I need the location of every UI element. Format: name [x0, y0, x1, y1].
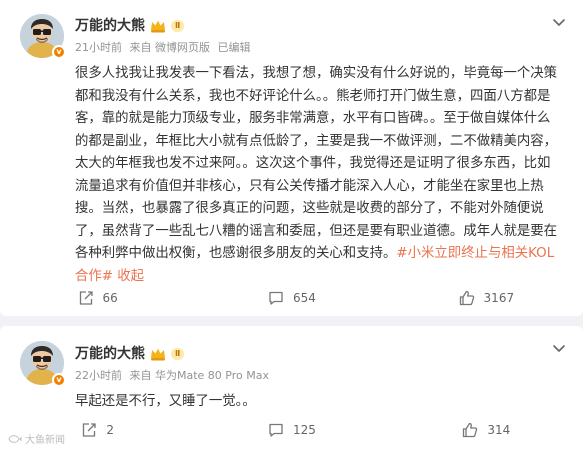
post-time[interactable]: 22小时前	[75, 369, 122, 382]
watermark-text: 大鱼新闻	[25, 435, 65, 446]
chevron-down-circle-icon[interactable]	[549, 338, 569, 358]
post-time[interactable]: 21小时前	[75, 41, 122, 54]
post-text: 早起还是不行，又睡了一觉。。	[75, 391, 561, 414]
post-source: 来自 微博网页版	[129, 41, 211, 54]
collapse-link[interactable]: 收起	[117, 269, 144, 284]
post-meta: 22小时前 来自 华为Mate 80 Pro Max	[75, 369, 273, 383]
level-badge: Ⅱ	[171, 348, 185, 360]
comment-count: 125	[293, 423, 316, 437]
post-source: 来自 华为Mate 80 Pro Max	[129, 369, 270, 382]
comment-button[interactable]: 654	[194, 286, 388, 310]
verified-icon: v	[52, 45, 66, 59]
chevron-down-circle-icon[interactable]	[549, 12, 569, 32]
like-count: 3167	[483, 291, 515, 305]
level-badge: Ⅱ	[171, 20, 185, 32]
repost-count: 2	[106, 423, 114, 437]
crown-icon	[151, 20, 165, 33]
comment-button[interactable]: 125	[194, 418, 388, 442]
fish-logo-icon	[8, 434, 22, 443]
edited-label: 已编辑	[217, 41, 251, 54]
watermark: 大鱼新闻	[8, 431, 65, 446]
comment-count: 654	[293, 291, 316, 305]
post-body: 早起还是不行，又睡了一觉。。	[75, 394, 256, 409]
verified-icon: v	[52, 373, 66, 387]
like-count: 314	[487, 423, 511, 437]
post-body: 很多人找我让我发表一下看法，我想了想，确实没有什么好说的，毕竟每一个决策都和我没…	[75, 66, 558, 261]
action-bar: 66 654 3167	[0, 286, 583, 310]
repost-button[interactable]: 66	[0, 286, 194, 310]
author-name[interactable]: 万能的大熊	[75, 345, 145, 363]
crown-icon	[151, 348, 165, 361]
comment-icon	[269, 423, 283, 437]
post-text: 很多人找我让我发表一下看法，我想了想，确实没有什么好说的，毕竟每一个决策都和我没…	[75, 63, 561, 288]
repost-icon	[83, 423, 96, 437]
like-button[interactable]: 3167	[389, 286, 583, 310]
post-card: v 万能的大熊 Ⅱ 21小时前 来自 微博网页版 已编辑 很多人找我让我发表一下…	[0, 0, 583, 316]
thumbs-up-icon	[459, 290, 474, 306]
repost-count: 66	[102, 291, 118, 305]
action-bar: 2 125 314	[0, 418, 583, 442]
thumbs-up-icon	[463, 422, 478, 438]
author-name[interactable]: 万能的大熊	[75, 17, 145, 35]
post-meta: 21小时前 来自 微博网页版 已编辑	[75, 41, 255, 55]
post-card: v 万能的大熊 Ⅱ 22小时前 来自 华为Mate 80 Pro Max 早起还…	[0, 326, 583, 452]
comment-icon	[269, 291, 283, 305]
weibo-feed: v 万能的大熊 Ⅱ 21小时前 来自 微博网页版 已编辑 很多人找我让我发表一下…	[0, 0, 583, 452]
repost-icon	[79, 291, 93, 305]
like-button[interactable]: 314	[389, 418, 583, 442]
